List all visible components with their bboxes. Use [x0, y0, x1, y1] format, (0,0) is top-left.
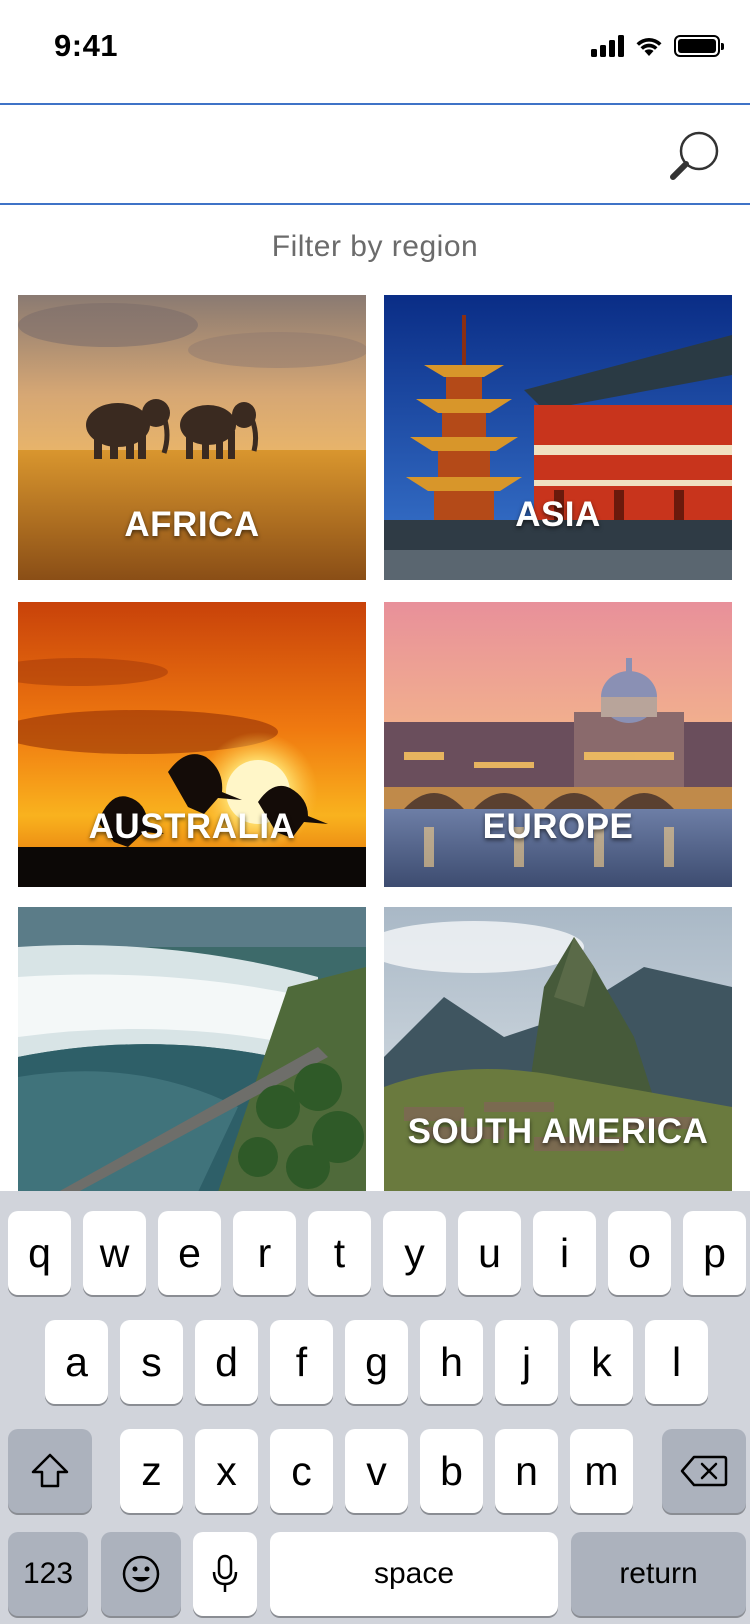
key-l[interactable]: l [645, 1320, 708, 1404]
key-p[interactable]: p [683, 1211, 746, 1295]
region-tile-south-america[interactable]: SOUTH AMERICA [384, 907, 732, 1191]
key-y[interactable]: y [383, 1211, 446, 1295]
key-m[interactable]: m [570, 1429, 633, 1513]
region-grid: AFRICA ASIA AUSTRALIA EUROPE SOUTH AMERI… [18, 295, 732, 1191]
emoji-key[interactable] [101, 1532, 181, 1616]
key-n[interactable]: n [495, 1429, 558, 1513]
key-v[interactable]: v [345, 1429, 408, 1513]
key-q[interactable]: q [8, 1211, 71, 1295]
emoji-icon [122, 1555, 160, 1593]
status-time: 9:41 [54, 28, 119, 63]
region-label-asia: ASIA [515, 495, 601, 534]
shift-arrow-icon [31, 1453, 69, 1488]
region-tile-africa[interactable]: AFRICA [18, 295, 366, 580]
key-e[interactable]: e [158, 1211, 221, 1295]
search-input[interactable] [20, 125, 660, 185]
key-r[interactable]: r [233, 1211, 296, 1295]
filter-heading: Filter by region [271, 230, 479, 263]
wifi-icon [636, 37, 662, 56]
search-icon[interactable] [666, 127, 724, 185]
region-tile-australia[interactable]: AUSTRALIA [18, 602, 366, 887]
key-h[interactable]: h [420, 1320, 483, 1404]
key-g[interactable]: g [345, 1320, 408, 1404]
search-bar [0, 103, 750, 205]
backspace-icon [680, 1455, 728, 1487]
shift-key[interactable] [8, 1429, 92, 1513]
dictation-key[interactable] [193, 1532, 257, 1616]
status-icons [591, 34, 724, 58]
key-k[interactable]: k [570, 1320, 633, 1404]
region-tile-europe[interactable]: EUROPE [384, 602, 732, 887]
region-tile-waterfall[interactable] [18, 907, 366, 1191]
asia-temple-image [384, 295, 732, 580]
key-u[interactable]: u [458, 1211, 521, 1295]
return-key[interactable]: return [571, 1532, 746, 1616]
backspace-key[interactable] [662, 1429, 746, 1513]
key-x[interactable]: x [195, 1429, 258, 1513]
key-d[interactable]: d [195, 1320, 258, 1404]
region-label-africa: AFRICA [124, 505, 260, 544]
key-s[interactable]: s [120, 1320, 183, 1404]
onscreen-keyboard: q w e r t y u i o p a s d f g h j k l z … [0, 1191, 750, 1624]
key-a[interactable]: a [45, 1320, 108, 1404]
status-bar: 9:41 [0, 0, 750, 100]
waterfall-image [18, 907, 366, 1191]
space-key[interactable]: space [270, 1532, 558, 1616]
key-t[interactable]: t [308, 1211, 371, 1295]
battery-icon [674, 35, 724, 57]
region-label-australia: AUSTRALIA [88, 807, 296, 846]
key-w[interactable]: w [83, 1211, 146, 1295]
microphone-icon [212, 1554, 238, 1592]
key-j[interactable]: j [495, 1320, 558, 1404]
region-label-south-america: SOUTH AMERICA [407, 1112, 709, 1151]
key-i[interactable]: i [533, 1211, 596, 1295]
key-z[interactable]: z [120, 1429, 183, 1513]
key-b[interactable]: b [420, 1429, 483, 1513]
region-label-europe: EUROPE [482, 807, 634, 846]
region-tile-asia[interactable]: ASIA [384, 295, 732, 580]
key-f[interactable]: f [270, 1320, 333, 1404]
key-o[interactable]: o [608, 1211, 671, 1295]
cellular-signal-icon [591, 35, 624, 57]
numbers-key[interactable]: 123 [8, 1532, 88, 1616]
key-c[interactable]: c [270, 1429, 333, 1513]
